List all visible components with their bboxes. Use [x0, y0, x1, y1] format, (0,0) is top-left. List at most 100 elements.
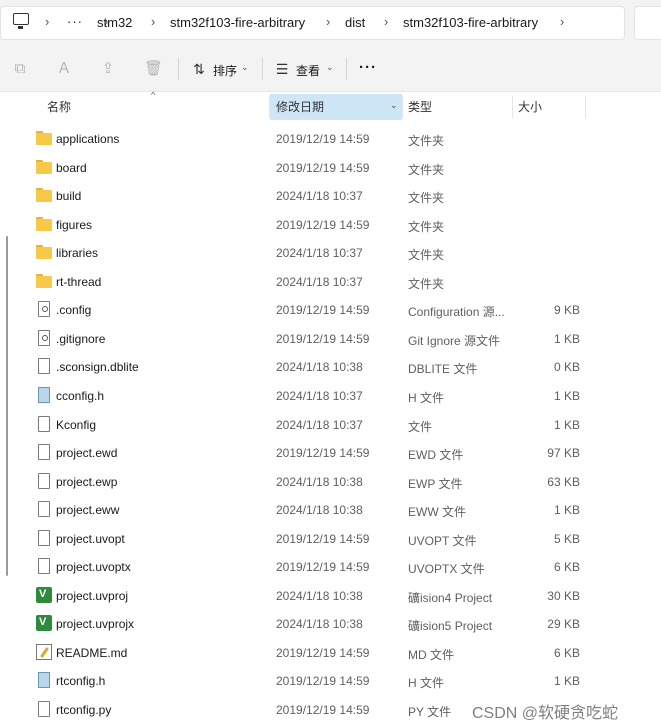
file-modified-date: 2024/1/18 10:37: [276, 274, 363, 289]
column-header-name[interactable]: 名称: [47, 94, 127, 120]
file-row[interactable]: rt-thread 2024/1/18 10:37 文件夹: [30, 267, 600, 295]
file-modified-date: 2019/12/19 14:59: [276, 560, 370, 575]
file-row[interactable]: README.md 2019/12/19 14:59 MD 文件 6 KB: [30, 638, 600, 666]
file-size: 6 KB: [553, 560, 580, 575]
share-icon[interactable]: ⇪: [99, 60, 117, 78]
file-name: build: [56, 189, 82, 204]
file-row[interactable]: .config 2019/12/19 14:59 Configuration 源..…: [30, 295, 600, 323]
breadcrumb-item[interactable]: dist: [345, 15, 365, 30]
file-row[interactable]: Kconfig 2024/1/18 10:37 文件 1 KB: [30, 410, 600, 438]
column-header-type[interactable]: 类型: [408, 94, 508, 120]
breadcrumb-overflow[interactable]: ···: [67, 14, 83, 29]
file-size: 1 KB: [553, 388, 580, 403]
more-options-button[interactable]: ···: [359, 59, 377, 76]
file-row[interactable]: libraries 2024/1/18 10:37 文件夹: [30, 238, 600, 266]
file-row[interactable]: project.uvoptx 2019/12/19 14:59 UVOPTX 文件 6…: [30, 552, 600, 580]
file-type: H 文件: [408, 390, 445, 405]
delete-icon[interactable]: 🗑: [144, 60, 163, 78]
file-modified-date: 2019/12/19 14:59: [276, 303, 370, 318]
file-name: rtconfig.py: [56, 703, 112, 717]
file-type: 文件夹: [408, 276, 445, 291]
file-row[interactable]: project.uvopt 2019/12/19 14:59 UVOPT 文件 5 K…: [30, 524, 600, 552]
sort-icon[interactable]: ⇅: [190, 60, 208, 78]
view-button[interactable]: 查看: [296, 62, 320, 79]
file-type: 文件夹: [408, 191, 445, 206]
chevron-right-icon[interactable]: ›: [560, 14, 564, 29]
file-row[interactable]: project.ewd 2019/12/19 14:59 EWD 文件 97 KB: [30, 438, 600, 466]
keil-project-icon: [36, 586, 52, 603]
file-modified-date: 2024/1/18 10:38: [276, 617, 363, 632]
config-file-icon: [38, 301, 50, 318]
file-name: rt-thread: [56, 274, 102, 289]
file-size: 63 KB: [547, 474, 580, 489]
file-modified-date: 2024/1/18 10:38: [276, 503, 363, 518]
address-bar-extra[interactable]: [634, 6, 661, 40]
column-divider: [585, 96, 586, 118]
file-type: PY 文件: [408, 705, 452, 719]
folder-icon: [36, 187, 52, 203]
file-modified-date: 2019/12/19 14:59: [276, 703, 370, 717]
column-header-modified[interactable]: 修改日期: [270, 94, 402, 120]
file-name: cconfig.h: [56, 388, 105, 403]
file-icon: [38, 472, 50, 489]
file-size: 5 KB: [553, 531, 580, 546]
file-type: MD 文件: [408, 647, 454, 662]
file-name: project.ewp: [56, 474, 118, 489]
file-modified-date: 2024/1/18 10:37: [276, 417, 363, 432]
file-row[interactable]: .sconsign.dblite 2024/1/18 10:38 DBLITE 文件…: [30, 352, 600, 380]
file-row[interactable]: figures 2019/12/19 14:59 文件夹: [30, 210, 600, 238]
scrollbar[interactable]: [6, 236, 8, 576]
file-name: project.eww: [56, 503, 120, 518]
file-row[interactable]: applications 2019/12/19 14:59 文件夹: [30, 124, 600, 152]
file-name: Kconfig: [56, 417, 97, 432]
chevron-down-icon[interactable]: ⌄: [390, 100, 398, 111]
config-file-icon: [38, 329, 50, 346]
file-row[interactable]: rtconfig.h 2019/12/19 14:59 H 文件 1 KB: [30, 666, 600, 694]
view-icon[interactable]: ☰: [273, 60, 291, 78]
sort-button[interactable]: 排序: [213, 62, 237, 79]
file-size: 97 KB: [547, 446, 580, 461]
file-name: project.uvproj: [56, 588, 129, 603]
file-name: .sconsign.dblite: [56, 360, 139, 375]
file-modified-date: 2019/12/19 14:59: [276, 217, 370, 232]
breadcrumb-item[interactable]: stm32f103-fire-arbitrary: [170, 15, 305, 30]
rename-icon[interactable]: Ａ: [55, 60, 73, 78]
folder-icon: [36, 244, 52, 260]
file-type: 文件夹: [408, 162, 445, 177]
file-icon: [38, 444, 50, 461]
file-row[interactable]: project.uvproj 2024/1/18 10:38 礦ision4 Pro…: [30, 581, 600, 609]
file-type: 文件夹: [408, 134, 445, 148]
file-name: figures: [56, 217, 93, 232]
file-row[interactable]: project.uvprojx 2024/1/18 10:38 礦ision5 Pr…: [30, 609, 600, 637]
chevron-right-icon: ›: [45, 14, 50, 29]
chevron-right-icon: ›: [151, 14, 156, 29]
file-modified-date: 2024/1/18 10:37: [276, 246, 363, 261]
file-modified-date: 2024/1/18 10:38: [276, 474, 363, 489]
breadcrumb-item[interactable]: stm32: [97, 15, 132, 30]
copy-icon[interactable]: ⧉: [11, 60, 29, 78]
file-size: 0 KB: [553, 360, 580, 375]
column-header-size[interactable]: 大小: [518, 94, 588, 120]
breadcrumb-item[interactable]: stm32f103-fire-arbitrary: [403, 15, 538, 30]
file-type: 文件夹: [408, 219, 445, 234]
folder-icon: [36, 216, 52, 232]
file-type: EWP 文件: [408, 476, 463, 491]
chevron-down-icon: ⌄: [326, 62, 334, 72]
file-icon: [38, 529, 50, 546]
file-size: 30 KB: [547, 588, 580, 603]
file-row[interactable]: cconfig.h 2024/1/18 10:37 H 文件 1 KB: [30, 381, 600, 409]
folder-icon: [36, 273, 52, 289]
chevron-right-icon: ›: [384, 14, 389, 29]
file-type: UVOPT 文件: [408, 533, 477, 548]
file-row[interactable]: .gitignore 2019/12/19 14:59 Git Ignore 源文件…: [30, 324, 600, 352]
folder-icon: [36, 159, 52, 175]
file-modified-date: 2019/12/19 14:59: [276, 446, 370, 461]
computer-icon[interactable]: [13, 13, 29, 29]
file-icon: [38, 501, 50, 518]
file-row[interactable]: board 2019/12/19 14:59 文件夹: [30, 153, 600, 181]
file-row[interactable]: project.ewp 2024/1/18 10:38 EWP 文件 63 KB: [30, 467, 600, 495]
file-row[interactable]: build 2024/1/18 10:37 文件夹: [30, 181, 600, 209]
file-row[interactable]: project.eww 2024/1/18 10:38 EWW 文件 1 KB: [30, 495, 600, 523]
file-type: EWD 文件: [408, 448, 464, 463]
markdown-file-icon: [36, 643, 52, 660]
